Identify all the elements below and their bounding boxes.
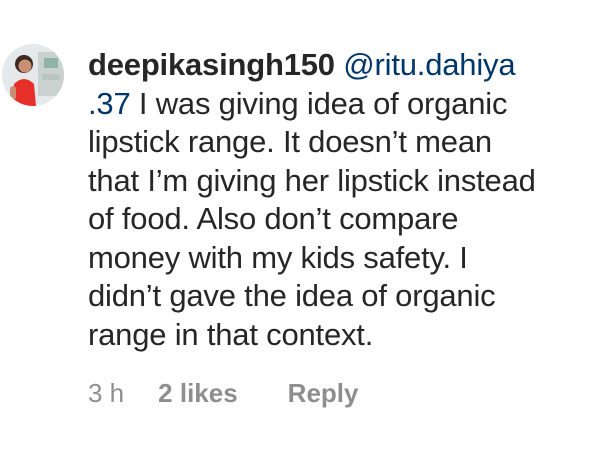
- timestamp: 3 h: [88, 378, 125, 408]
- comment-text: that I’m giving her lipstick instead: [88, 162, 536, 198]
- comment-text: lipstick range. It doesn’t mean: [88, 124, 492, 159]
- comment-text: of food. Also don’t compare: [88, 201, 459, 236]
- comment-text: range in that context.: [88, 316, 374, 352]
- comment-text: money with my kids safety. I: [88, 239, 468, 275]
- comment-line-2: .37 I was giving idea of organic: [88, 85, 588, 124]
- comment-body: deepikasingh150 @ritu.dahiya .37 I was g…: [88, 46, 588, 354]
- comment-text: didn’t gave the idea of organic: [88, 278, 496, 313]
- username-link[interactable]: deepikasingh150: [88, 47, 335, 82]
- likes-count-button[interactable]: 2 likes: [158, 378, 238, 409]
- mention-link-continued[interactable]: .37: [88, 86, 131, 121]
- avatar[interactable]: [2, 44, 64, 106]
- mention-link[interactable]: @ritu.dahiya: [343, 47, 515, 82]
- comment-line-1: deepikasingh150 @ritu.dahiya: [88, 46, 588, 85]
- comment-meta: 3 h 2 likes Reply: [88, 378, 358, 409]
- profile-photo-icon: [2, 44, 64, 106]
- reply-button[interactable]: Reply: [288, 378, 359, 409]
- comment-container: deepikasingh150 @ritu.dahiya .37 I was g…: [0, 0, 600, 450]
- comment-text: I was giving idea of organic: [130, 85, 508, 121]
